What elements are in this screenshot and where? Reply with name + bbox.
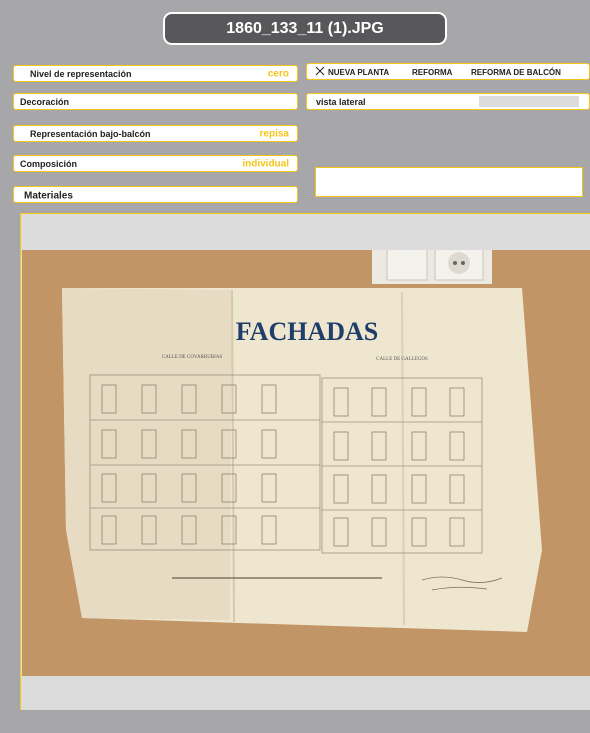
composicion-value: individual (242, 158, 289, 169)
vista-lateral-label: vista lateral (316, 96, 366, 107)
representacion-bajo-balcon-field[interactable]: Representación bajo-balcón repisa (13, 125, 298, 142)
representacion-bajo-balcon-label: Representación bajo-balcón (30, 128, 151, 139)
close-icon[interactable] (315, 66, 325, 76)
materiales-field[interactable]: Materiales (13, 186, 298, 203)
materiales-label: Materiales (24, 190, 73, 202)
drawing-subtitle-left: CALLE DE COVARRUBIAS (162, 355, 223, 360)
fachadas-heading: FACHADAS (236, 317, 379, 346)
composicion-field[interactable]: Composición individual (13, 155, 298, 172)
option-reforma-balcon[interactable]: REFORMA DE BALCÓN (471, 68, 561, 77)
drawing-subtitle-right: CALLE DE GALLEGOS (376, 357, 428, 362)
nivel-representacion-label: Nivel de representación (30, 68, 132, 79)
option-reforma[interactable]: REFORMA (412, 68, 452, 77)
image-filename-title: 1860_133_11 (1).JPG (163, 12, 447, 45)
decoracion-field[interactable]: Decoración (13, 93, 298, 110)
option-nueva-planta[interactable]: NUEVA PLANTA (328, 68, 389, 77)
notes-empty-field[interactable] (315, 167, 583, 197)
vista-lateral-field[interactable]: vista lateral (306, 93, 590, 110)
representacion-bajo-balcon-value: repisa (259, 128, 289, 139)
vista-lateral-value-strip (479, 96, 579, 107)
nivel-representacion-value: cero (267, 68, 289, 79)
decoracion-label: Decoración (20, 96, 70, 107)
nivel-representacion-field[interactable]: Nivel de representación cero (13, 65, 298, 82)
composicion-label: Composición (20, 158, 78, 169)
tipo-obra-options[interactable]: NUEVA PLANTA REFORMA REFORMA DE BALCÓN (306, 63, 590, 80)
architectural-drawing-photo: FACHADAS CALLE DE COVARRUBIAS CALLE DE G… (22, 250, 590, 676)
